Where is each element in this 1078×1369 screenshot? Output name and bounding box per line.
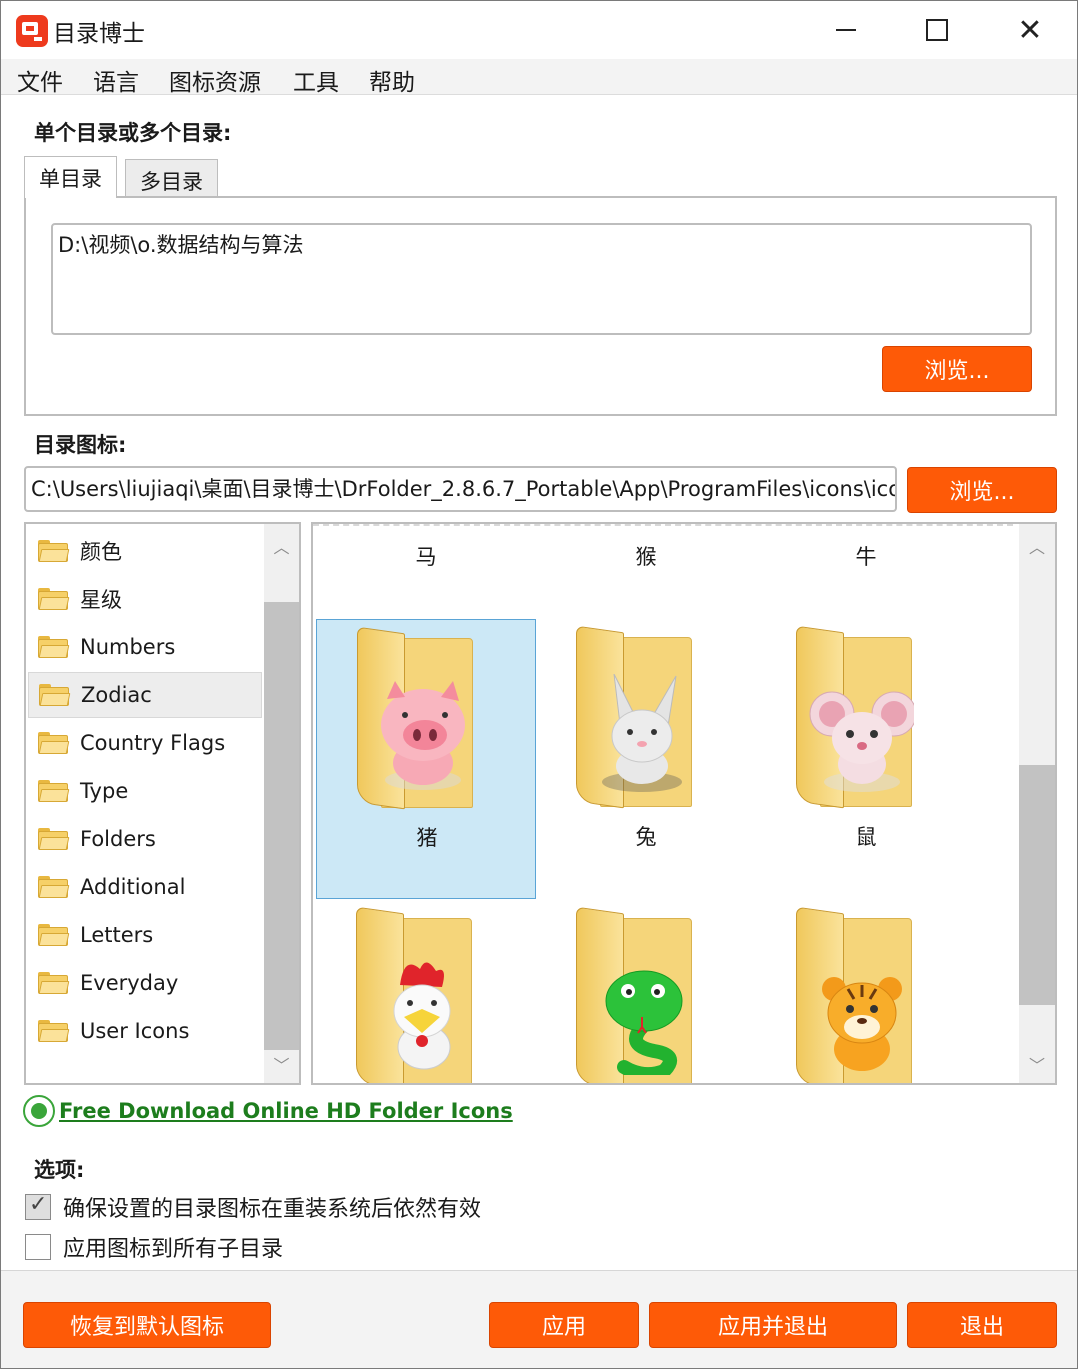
folder-icon — [38, 972, 70, 994]
icon-grid: 马 猴 牛 猪 兔 鼠 ︿ ﹀ — [311, 522, 1057, 1085]
category-item[interactable]: Letters — [28, 912, 262, 958]
menu-tools[interactable]: 工具 — [293, 63, 339, 97]
category-scrollbar[interactable]: ︿ ﹀ — [264, 524, 299, 1083]
folder-icon — [38, 636, 70, 658]
icon-label: 兔 — [635, 825, 657, 849]
apply-button[interactable]: 应用 — [489, 1302, 639, 1348]
apply-and-exit-button[interactable]: 应用并退出 — [649, 1302, 897, 1348]
tiger-icon — [822, 977, 902, 1071]
icon-browse-button[interactable]: 浏览... — [907, 467, 1057, 513]
title-bar: 目录博士 ✕ — [1, 1, 1077, 59]
pig-icon — [381, 681, 465, 790]
folder-icon — [38, 924, 70, 946]
folder-icon — [38, 588, 70, 610]
category-item[interactable]: User Icons — [28, 1008, 262, 1054]
category-item[interactable]: Country Flags — [28, 720, 262, 766]
partial-icons-row — [313, 524, 1013, 527]
rat-icon — [809, 691, 914, 792]
menu-help[interactable]: 帮助 — [369, 63, 415, 97]
directory-tab-panel: D:\视频\o.数据结构与算法 浏览... — [24, 196, 1057, 416]
download-smile-icon — [23, 1095, 55, 1127]
icon-label: 鼠 — [855, 825, 877, 849]
option-apply-subdirectories[interactable]: 应用图标到所有子目录 — [25, 1231, 283, 1263]
footer-bar: 恢复到默认图标 应用 应用并退出 退出 — [1, 1270, 1077, 1368]
options-label: 选项: — [34, 1158, 85, 1182]
folder-icon — [38, 732, 70, 754]
download-link-row[interactable]: Free Download Online HD Folder Icons — [23, 1094, 513, 1128]
menu-language[interactable]: 语言 — [93, 63, 139, 97]
app-window: 目录博士 ✕ 文件 语言 图标资源 工具 帮助 单个目录或多个目录: 单目录 多… — [0, 0, 1078, 1369]
directory-path-input[interactable]: D:\视频\o.数据结构与算法 — [51, 223, 1032, 335]
scroll-thumb[interactable] — [264, 602, 299, 1050]
folder-icon — [39, 684, 71, 706]
icon-tile-tiger[interactable] — [756, 900, 976, 1083]
menu-file[interactable]: 文件 — [17, 63, 63, 97]
scroll-down-arrow-icon[interactable]: ﹀ — [1019, 1046, 1055, 1082]
category-item[interactable]: Folders — [28, 816, 262, 862]
icon-tile-rooster[interactable] — [316, 900, 536, 1083]
minimize-button[interactable] — [814, 7, 878, 53]
icon-section-label: 目录图标: — [34, 433, 127, 457]
folder-icon — [38, 828, 70, 850]
checkbox[interactable] — [25, 1234, 51, 1260]
directory-section-label: 单个目录或多个目录: — [34, 121, 232, 145]
option-label: 确保设置的目录图标在重装系统后依然有效 — [63, 1197, 482, 1222]
option-keep-after-reinstall[interactable]: 确保设置的目录图标在重装系统后依然有效 — [25, 1191, 481, 1223]
category-item-selected[interactable]: Zodiac — [28, 672, 262, 718]
snake-icon — [605, 970, 683, 1075]
directory-browse-button[interactable]: 浏览... — [882, 346, 1032, 392]
category-item[interactable]: Type — [28, 768, 262, 814]
app-logo-icon — [16, 15, 48, 47]
icon-label[interactable]: 牛 — [756, 541, 976, 571]
close-button[interactable]: ✕ — [998, 7, 1062, 53]
tab-multi-directory[interactable]: 多目录 — [125, 159, 218, 197]
folder-icon — [38, 876, 70, 898]
folder-icon — [38, 780, 70, 802]
scroll-up-arrow-icon[interactable]: ︿ — [1019, 528, 1055, 564]
category-item[interactable]: 颜色 — [28, 528, 262, 574]
category-item[interactable]: 星级 — [28, 576, 262, 622]
category-item[interactable]: Everyday — [28, 960, 262, 1006]
category-item[interactable]: Additional — [28, 864, 262, 910]
tab-single-directory[interactable]: 单目录 — [24, 156, 117, 198]
icon-label[interactable]: 马 — [316, 541, 536, 571]
rabbit-icon — [602, 674, 682, 792]
rooster-icon — [393, 962, 451, 1070]
maximize-button[interactable] — [905, 7, 969, 53]
checkbox-checked[interactable] — [25, 1192, 51, 1220]
category-item[interactable]: Numbers — [28, 624, 262, 670]
folder-icon — [38, 1020, 70, 1042]
exit-button[interactable]: 退出 — [907, 1302, 1057, 1348]
category-list: 颜色 星级 Numbers Zodiac Country Flags Type … — [24, 522, 301, 1085]
scroll-down-arrow-icon[interactable]: ﹀ — [264, 1046, 299, 1082]
download-link[interactable]: Free Download Online HD Folder Icons — [59, 1099, 513, 1123]
icon-tile-snake[interactable] — [536, 900, 756, 1083]
icon-tile-pig[interactable]: 猪 — [316, 619, 536, 899]
window-title: 目录博士 — [53, 21, 145, 47]
folder-icon — [38, 540, 70, 562]
restore-default-icon-button[interactable]: 恢复到默认图标 — [23, 1302, 271, 1348]
option-label: 应用图标到所有子目录 — [63, 1237, 284, 1262]
menu-icon-resources[interactable]: 图标资源 — [169, 63, 261, 97]
scroll-up-arrow-icon[interactable]: ︿ — [264, 528, 299, 564]
icon-label: 猪 — [416, 826, 438, 850]
scroll-thumb[interactable] — [1019, 765, 1055, 1005]
icon-label[interactable]: 猴 — [536, 541, 756, 571]
menu-bar: 文件 语言 图标资源 工具 帮助 — [1, 59, 1077, 97]
icon-grid-scrollbar[interactable]: ︿ ﹀ — [1019, 524, 1055, 1083]
icon-path-input[interactable]: C:\Users\liujiaqi\桌面\目录博士\DrFolder_2.8.6… — [24, 466, 897, 512]
icon-tile-rabbit[interactable]: 兔 — [536, 619, 756, 899]
icon-tile-rat[interactable]: 鼠 — [756, 619, 976, 899]
